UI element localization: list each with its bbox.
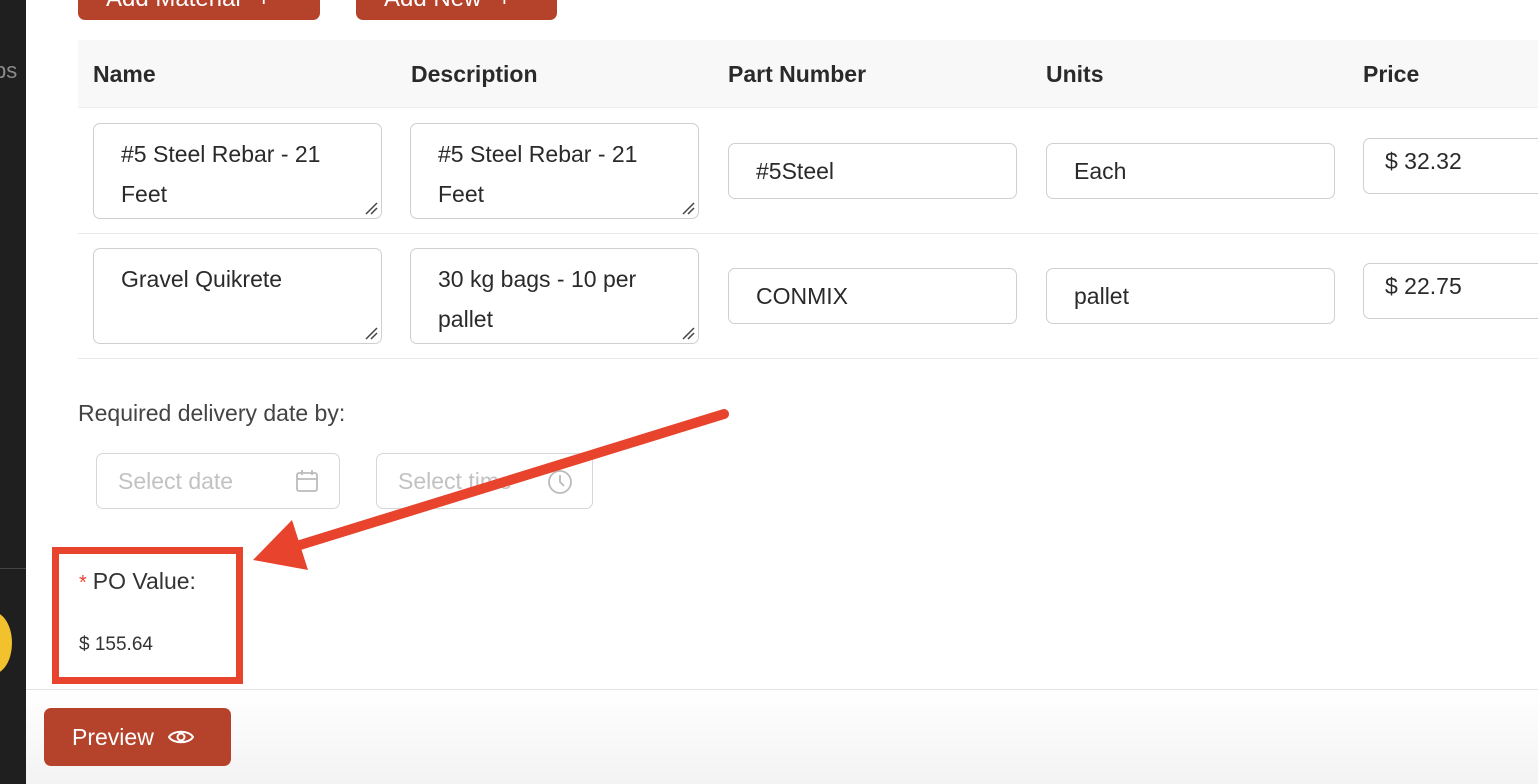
required-marker: * — [79, 572, 87, 594]
name-textarea[interactable]: Gravel Quikrete — [93, 248, 382, 344]
column-header-name: Name — [93, 61, 156, 87]
date-placeholder: Select date — [118, 468, 234, 494]
eye-icon — [167, 730, 194, 744]
resize-grip-icon[interactable] — [681, 201, 695, 215]
add-material-button[interactable]: Add Material + — [78, 0, 320, 20]
part-number-input[interactable]: CONMIX — [728, 268, 1017, 324]
column-header-units: Units — [1046, 61, 1104, 87]
footer-bar — [26, 689, 1538, 784]
avatar[interactable] — [0, 612, 12, 674]
sidebar-divider — [0, 568, 26, 569]
row-divider — [78, 358, 1538, 359]
description-textarea[interactable]: 30 kg bags - 10 per pallet — [410, 248, 699, 344]
plus-icon: + — [257, 0, 271, 13]
add-new-label: Add New — [384, 0, 481, 13]
calendar-icon — [296, 470, 318, 492]
resize-grip-icon[interactable] — [364, 201, 378, 215]
sidebar: ps — [0, 0, 26, 784]
preview-button[interactable]: Preview — [44, 708, 231, 766]
add-new-button[interactable]: Add New + — [356, 0, 557, 20]
time-picker[interactable]: Select time — [376, 453, 593, 509]
row-divider — [78, 233, 1538, 234]
preview-label: Preview — [72, 723, 154, 750]
units-input[interactable]: Each — [1046, 143, 1335, 199]
price-input[interactable]: $ 22.75 — [1363, 263, 1538, 319]
add-material-label: Add Material — [106, 0, 241, 13]
price-input[interactable]: $ 32.32 — [1363, 138, 1538, 194]
plus-icon: + — [497, 0, 511, 13]
column-header-part-number: Part Number — [728, 61, 867, 87]
units-input[interactable]: pallet — [1046, 268, 1335, 324]
po-value: $ 155.64 — [79, 634, 153, 655]
part-number-input[interactable]: #5Steel — [728, 143, 1017, 199]
column-header-price: Price — [1363, 61, 1420, 87]
name-textarea[interactable]: #5 Steel Rebar - 21 Feet — [93, 123, 382, 219]
clock-icon — [548, 470, 572, 494]
resize-grip-icon[interactable] — [681, 326, 695, 340]
description-textarea[interactable]: #5 Steel Rebar - 21 Feet — [410, 123, 699, 219]
delivery-date-label: Required delivery date by: — [78, 400, 346, 426]
table-header: Name Description Part Number Units Price — [78, 40, 1538, 108]
resize-grip-icon[interactable] — [364, 326, 378, 340]
time-placeholder: Select time — [398, 468, 512, 494]
po-label-text: PO Value: — [92, 568, 196, 594]
column-header-description: Description — [411, 61, 538, 87]
po-value-label: * PO Value: — [79, 568, 196, 595]
name-text: #5 Steel Rebar - 21 Feet — [121, 141, 321, 207]
name-text: Gravel Quikrete — [121, 266, 283, 292]
description-text: 30 kg bags - 10 per pallet — [438, 266, 637, 332]
sidebar-partial-text: ps — [0, 58, 18, 83]
description-text: #5 Steel Rebar - 21 Feet — [438, 141, 638, 207]
date-picker[interactable]: Select date — [96, 453, 340, 509]
